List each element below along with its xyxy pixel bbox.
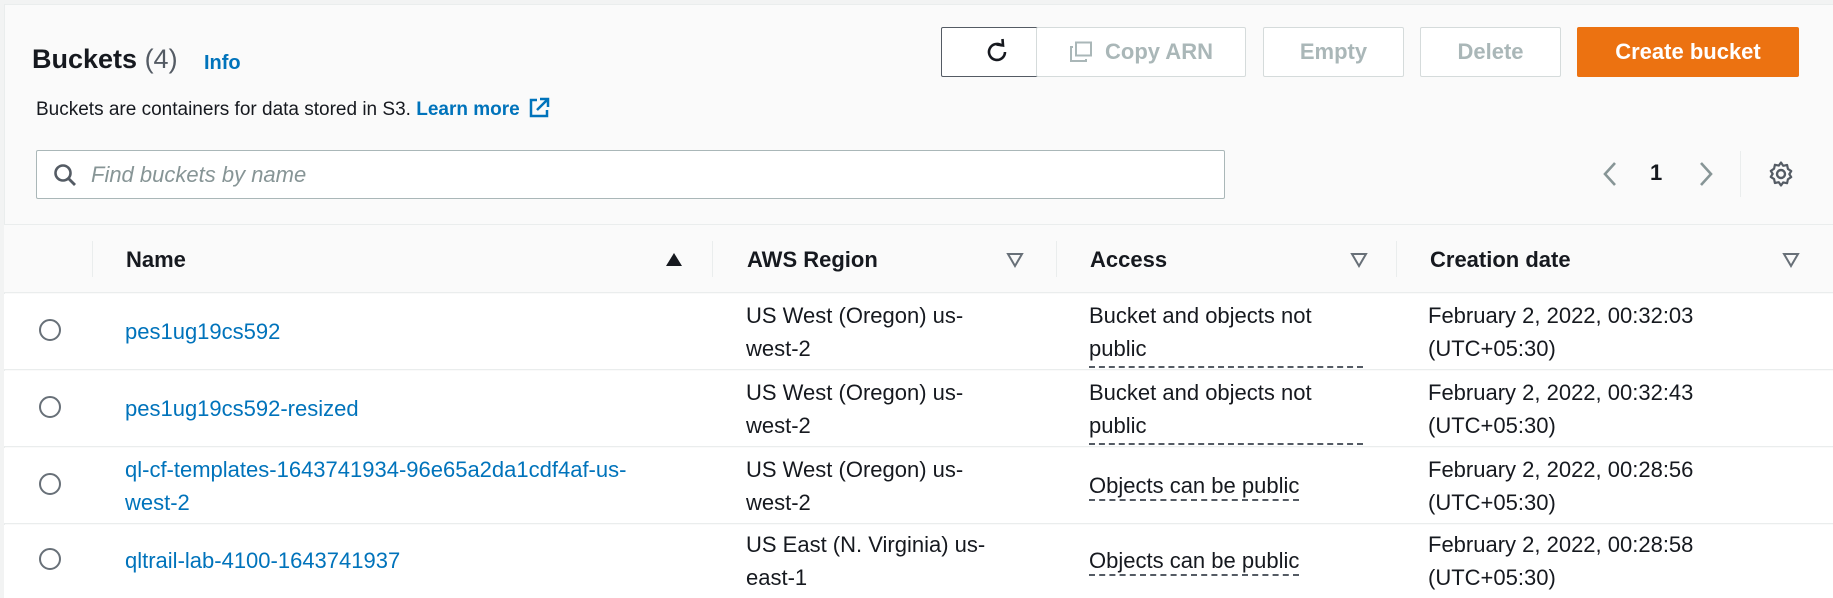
region-line: west-2 [746,336,811,361]
table-row: pes1ug19cs592 US West (Oregon) us- west-… [4,294,1833,370]
page-title: Buckets (4) [32,44,178,75]
region-cell: US West (Oregon) us- west-2 [746,376,963,442]
creation-date-cell: February 2, 2022, 00:28:56 (UTC+05:30) [1428,453,1693,519]
creation-date-cell: February 2, 2022, 00:32:03 (UTC+05:30) [1428,299,1693,365]
creation-date-cell: February 2, 2022, 00:28:58 (UTC+05:30) [1428,528,1693,594]
date-line: February 2, 2022, 00:32:43 [1428,380,1694,405]
access-line: Bucket and objects not [1089,380,1312,405]
region-line: east-1 [746,565,808,590]
column-header-access[interactable]: Access [1090,247,1167,273]
learn-more-link[interactable]: Learn more [416,97,549,120]
access-line: Objects can be public [1089,548,1300,576]
copy-icon [1070,41,1093,62]
sort-ascending-icon[interactable] [664,251,684,269]
copy-arn-button[interactable]: Copy ARN [1036,27,1246,77]
chevron-left-icon[interactable] [1600,160,1620,188]
row-select-radio[interactable] [39,548,61,570]
info-link[interactable]: Info [204,52,241,75]
region-line: west-2 [746,413,811,438]
date-line: (UTC+05:30) [1428,490,1556,515]
bucket-name-link[interactable]: ql-cf-templates-1643741934-96e65a2da1cdf… [125,453,626,519]
table-row: qltrail-lab-4100-1643741937 US East (N. … [4,525,1833,598]
region-cell: US West (Oregon) us- west-2 [746,453,963,519]
description-text: Buckets are containers for data stored i… [36,99,411,120]
sort-descending-icon[interactable] [1781,251,1801,269]
column-divider [92,241,93,277]
refresh-icon [987,38,1006,62]
sort-descending-icon[interactable] [1349,251,1369,269]
page-number-button[interactable]: 1 [1650,160,1662,186]
bucket-name-line: west-2 [125,490,190,515]
region-line: US West (Oregon) us- [746,457,964,482]
region-line: US East (N. Virginia) us- [746,532,986,557]
date-line: February 2, 2022, 00:32:03 [1428,303,1694,328]
column-divider [1396,241,1397,277]
access-line: public [1089,409,1363,445]
column-header-name[interactable]: Name [126,247,186,273]
date-line: (UTC+05:30) [1428,565,1556,590]
creation-date-cell: February 2, 2022, 00:32:43 (UTC+05:30) [1428,376,1693,442]
table-row: pes1ug19cs592-resized US West (Oregon) u… [4,371,1833,447]
row-select-radio[interactable] [39,319,61,341]
region-cell: US East (N. Virginia) us- east-1 [746,528,985,594]
bucket-name-line: ql-cf-templates-1643741934-96e65a2da1cdf… [125,457,627,482]
page-description: Buckets are containers for data stored i… [36,97,550,121]
table-header: Name AWS Region Access Creation date [4,225,1833,293]
gear-icon[interactable] [1767,160,1795,188]
bucket-name-link[interactable]: pes1ug19cs592 [125,315,280,348]
bucket-count: (4) [144,44,178,74]
bucket-name-link[interactable]: pes1ug19cs592-resized [125,392,359,425]
copy-arn-label: Copy ARN [1105,39,1213,64]
date-line: (UTC+05:30) [1428,413,1556,438]
region-line: US West (Oregon) us- [746,380,964,405]
title-text: Buckets [32,44,138,74]
column-header-region[interactable]: AWS Region [747,247,878,273]
create-bucket-button[interactable]: Create bucket [1577,27,1799,77]
access-cell: Objects can be public [1089,544,1300,577]
bucket-name-link[interactable]: qltrail-lab-4100-1643741937 [125,544,400,577]
chevron-right-icon[interactable] [1696,160,1716,188]
region-line: west-2 [746,490,811,515]
row-select-radio[interactable] [39,473,61,495]
sort-descending-icon[interactable] [1005,251,1025,269]
date-line: (UTC+05:30) [1428,336,1556,361]
region-cell: US West (Oregon) us- west-2 [746,299,963,365]
learn-more-label: Learn more [416,99,520,120]
column-divider [1056,241,1057,277]
pagination-divider [1740,151,1741,197]
column-divider [712,241,713,277]
access-line: Objects can be public [1089,473,1300,501]
external-link-icon [529,97,549,118]
delete-button[interactable]: Delete [1420,27,1561,77]
search-input[interactable] [91,161,1191,188]
access-cell: Objects can be public [1089,469,1300,502]
access-cell: Bucket and objects not public [1089,376,1363,445]
column-header-creation-date[interactable]: Creation date [1430,247,1571,273]
row-select-radio[interactable] [39,396,61,418]
date-line: February 2, 2022, 00:28:56 [1428,457,1694,482]
date-line: February 2, 2022, 00:28:58 [1428,532,1694,557]
search-box [36,150,1225,199]
access-cell: Bucket and objects not public [1089,299,1363,368]
empty-button[interactable]: Empty [1263,27,1404,77]
region-line: US West (Oregon) us- [746,303,964,328]
access-line: public [1089,332,1363,368]
access-line: Bucket and objects not [1089,303,1312,328]
search-icon [54,163,76,186]
table-row: ql-cf-templates-1643741934-96e65a2da1cdf… [4,448,1833,524]
